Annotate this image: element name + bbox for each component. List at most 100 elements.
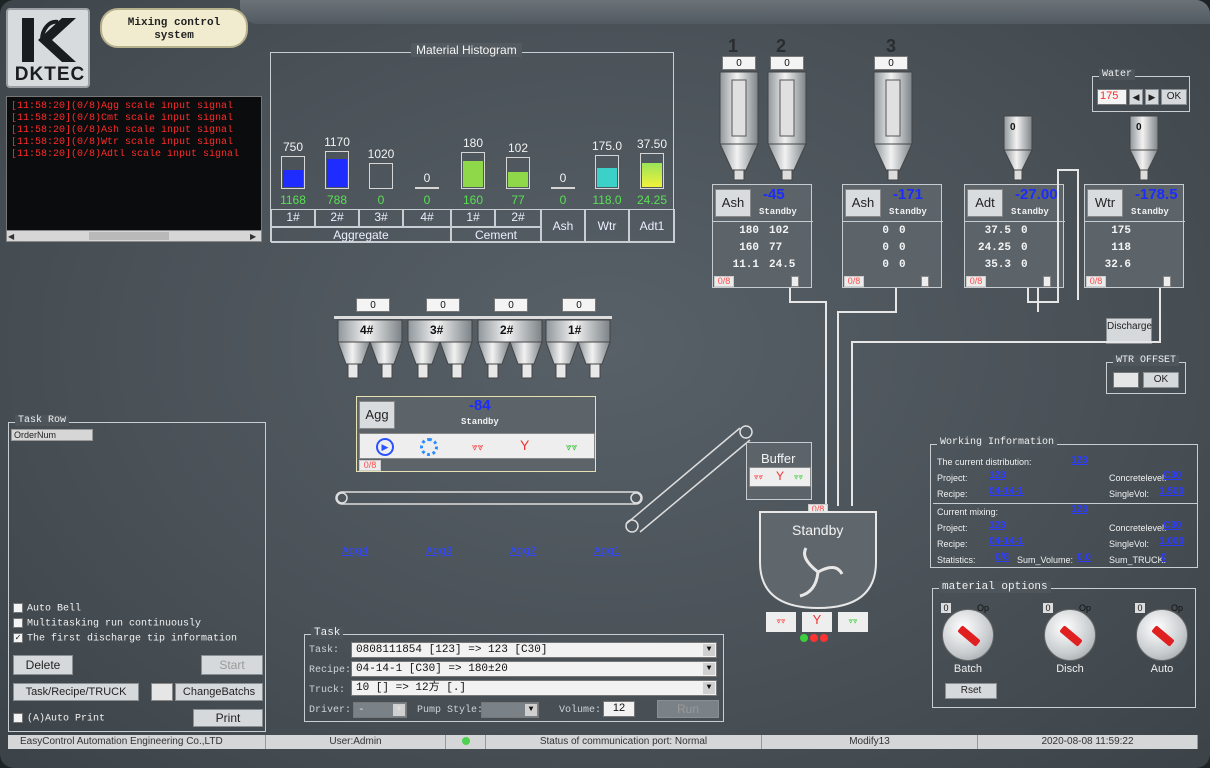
knob-pointer-icon xyxy=(1059,625,1083,647)
reset-button[interactable]: Rset xyxy=(945,683,997,699)
agg-link-3[interactable]: Agg3 xyxy=(426,546,452,558)
dropdown-arrow-icon[interactable]: ▼ xyxy=(703,644,715,656)
concrete-level-value-2[interactable]: C30 xyxy=(1163,520,1181,531)
bin-label-1: 1# xyxy=(568,323,582,337)
dropdown-arrow-icon[interactable]: ▼ xyxy=(525,704,537,716)
distribution-value[interactable]: 123 xyxy=(1071,455,1088,466)
agg-scale-value: -84 xyxy=(469,397,491,414)
knob-pointer-icon xyxy=(1151,625,1175,647)
knob-label: Auto xyxy=(1150,663,1174,675)
run-button[interactable]: Run xyxy=(657,700,719,718)
statistics-label: Statistics: xyxy=(937,555,976,565)
task-select[interactable]: 0808111854 [123] => 123 [C30] ▼ xyxy=(351,642,717,658)
first-discharge-label: The first discharge tip information xyxy=(27,633,238,645)
knob-left-label: 0 xyxy=(1043,603,1053,613)
project-value[interactable]: 123 xyxy=(989,470,1006,481)
rotary-knob[interactable] xyxy=(1044,609,1096,661)
bin-label-2: 2# xyxy=(500,323,514,337)
indicator-red-icon xyxy=(820,634,828,642)
agg-link-1[interactable]: Agg1 xyxy=(594,546,620,558)
auto-print-label: (A)Auto Print xyxy=(27,713,106,725)
mixer-red-icon[interactable]: ⩔⩔ xyxy=(766,612,796,632)
working-information-panel: Working Information The current distribu… xyxy=(930,437,1198,568)
auto-print-option[interactable]: (A)Auto Print xyxy=(13,713,105,725)
driver-label: Driver: xyxy=(309,705,352,716)
bin-value-2: 0 xyxy=(494,298,528,312)
auto-print-checkbox[interactable] xyxy=(13,713,23,723)
task-title: Task xyxy=(311,627,344,639)
project-value-2[interactable]: 123 xyxy=(989,520,1006,531)
divider xyxy=(933,503,1197,504)
conveyors xyxy=(335,425,753,533)
dropdown-arrow-icon[interactable]: ▼ xyxy=(703,663,715,675)
agg-link-4[interactable]: Agg4 xyxy=(342,546,368,558)
concrete-level-value[interactable]: C30 xyxy=(1163,470,1181,481)
knob-left-label: 0 xyxy=(941,603,951,613)
dropdown-arrow-icon[interactable]: ▼ xyxy=(393,704,405,716)
driver-select[interactable]: - ▼ xyxy=(353,702,407,718)
truck-select[interactable]: 10 [] => 12方 [.] ▼ xyxy=(351,680,717,696)
status-modify: Modify13 xyxy=(762,735,978,749)
change-batchs-input[interactable] xyxy=(151,683,173,701)
concrete-level-label: Concretelevel: xyxy=(1109,473,1167,483)
status-light xyxy=(446,735,486,749)
auto-bell-option[interactable]: Auto Bell xyxy=(13,603,81,615)
recipe-label-2: Recipe: xyxy=(937,539,968,549)
indicator-green-icon xyxy=(800,634,808,642)
bin-value-1: 0 xyxy=(562,298,596,312)
first-discharge-option[interactable]: ✓ The first discharge tip information xyxy=(13,633,237,645)
mixer-indicators xyxy=(800,634,830,644)
multitask-checkbox[interactable] xyxy=(13,618,23,628)
multitask-option[interactable]: Multitasking run continuously xyxy=(13,618,201,630)
driver-value: - xyxy=(358,704,365,716)
mixer xyxy=(759,511,877,610)
print-button[interactable]: Print xyxy=(193,709,263,727)
indicator-red-icon xyxy=(810,634,818,642)
buffer-green-icon[interactable]: ⩔⩔ xyxy=(794,472,803,482)
knob-3[interactable]: 0 Op Auto xyxy=(1133,603,1191,683)
mixing-value[interactable]: 123 xyxy=(1071,504,1088,515)
dropdown-arrow-icon[interactable]: ▼ xyxy=(703,682,715,694)
bin-label-4: 4# xyxy=(360,323,374,337)
current-mixing-label: Current mixing: xyxy=(937,507,999,517)
sum-volume-value[interactable]: 0.0 xyxy=(1077,552,1091,563)
auto-bell-checkbox[interactable] xyxy=(13,603,23,613)
knob-left-label: 0 xyxy=(1135,603,1145,613)
agg-link-2[interactable]: Agg2 xyxy=(510,546,536,558)
volume-label: Volume: xyxy=(559,705,602,716)
knob-1[interactable]: 0 Op Batch xyxy=(939,603,997,683)
rotary-knob[interactable] xyxy=(942,609,994,661)
recipe-value[interactable]: 04-14-1 xyxy=(989,486,1023,497)
single-vol-value[interactable]: 1.500 xyxy=(1159,486,1184,497)
first-discharge-checkbox[interactable]: ✓ xyxy=(13,633,23,643)
delete-button[interactable]: Delete xyxy=(13,655,73,675)
single-vol-label-2: SingleVol: xyxy=(1109,539,1150,549)
statistics-value[interactable]: 0/8 xyxy=(995,552,1009,563)
status-user: User:Admin xyxy=(266,735,446,749)
mixer-cup-icon[interactable]: Y xyxy=(802,612,832,632)
change-batchs-button[interactable]: ChangeBatchs xyxy=(175,683,263,701)
knob-pointer-icon xyxy=(957,625,981,647)
volume-input[interactable]: 12 xyxy=(603,701,635,717)
pump-style-select[interactable]: ▼ xyxy=(481,702,539,718)
buffer-red-icon[interactable]: ⩔⩔ xyxy=(754,472,763,482)
sum-truck-value[interactable]: 0 xyxy=(1161,552,1167,563)
mixer-controls: ⩔⩔ Y ⩔⩔ xyxy=(766,612,868,632)
truck-value: 10 [] => 12方 [.] xyxy=(356,682,467,694)
recipe-select[interactable]: 04-14-1 [C30] => 180±20 ▼ xyxy=(351,661,717,677)
buffer-cup-icon[interactable]: Y xyxy=(776,469,784,483)
status-company: EasyControl Automation Engineering Co.,L… xyxy=(8,735,266,749)
task-value: 0808111854 [123] => 123 [C30] xyxy=(356,644,548,656)
project-label-2: Project: xyxy=(937,523,968,533)
mixer-green-icon[interactable]: ⩔⩔ xyxy=(838,612,868,632)
working-info-title: Working Information xyxy=(937,437,1058,448)
ordernum-header[interactable]: OrderNum xyxy=(11,429,93,441)
auto-bell-label: Auto Bell xyxy=(27,603,82,615)
task-recipe-truck-button[interactable]: Task/Recipe/TRUCK xyxy=(13,683,139,701)
start-button[interactable]: Start xyxy=(201,655,263,675)
recipe-value-2[interactable]: 04-14-1 xyxy=(989,536,1023,547)
single-vol-value-2[interactable]: 1.000 xyxy=(1159,536,1184,547)
knob-2[interactable]: 0 Op Disch xyxy=(1041,603,1099,683)
rotary-knob[interactable] xyxy=(1136,609,1188,661)
status-comm: Status of communication port: Normal xyxy=(486,735,762,749)
